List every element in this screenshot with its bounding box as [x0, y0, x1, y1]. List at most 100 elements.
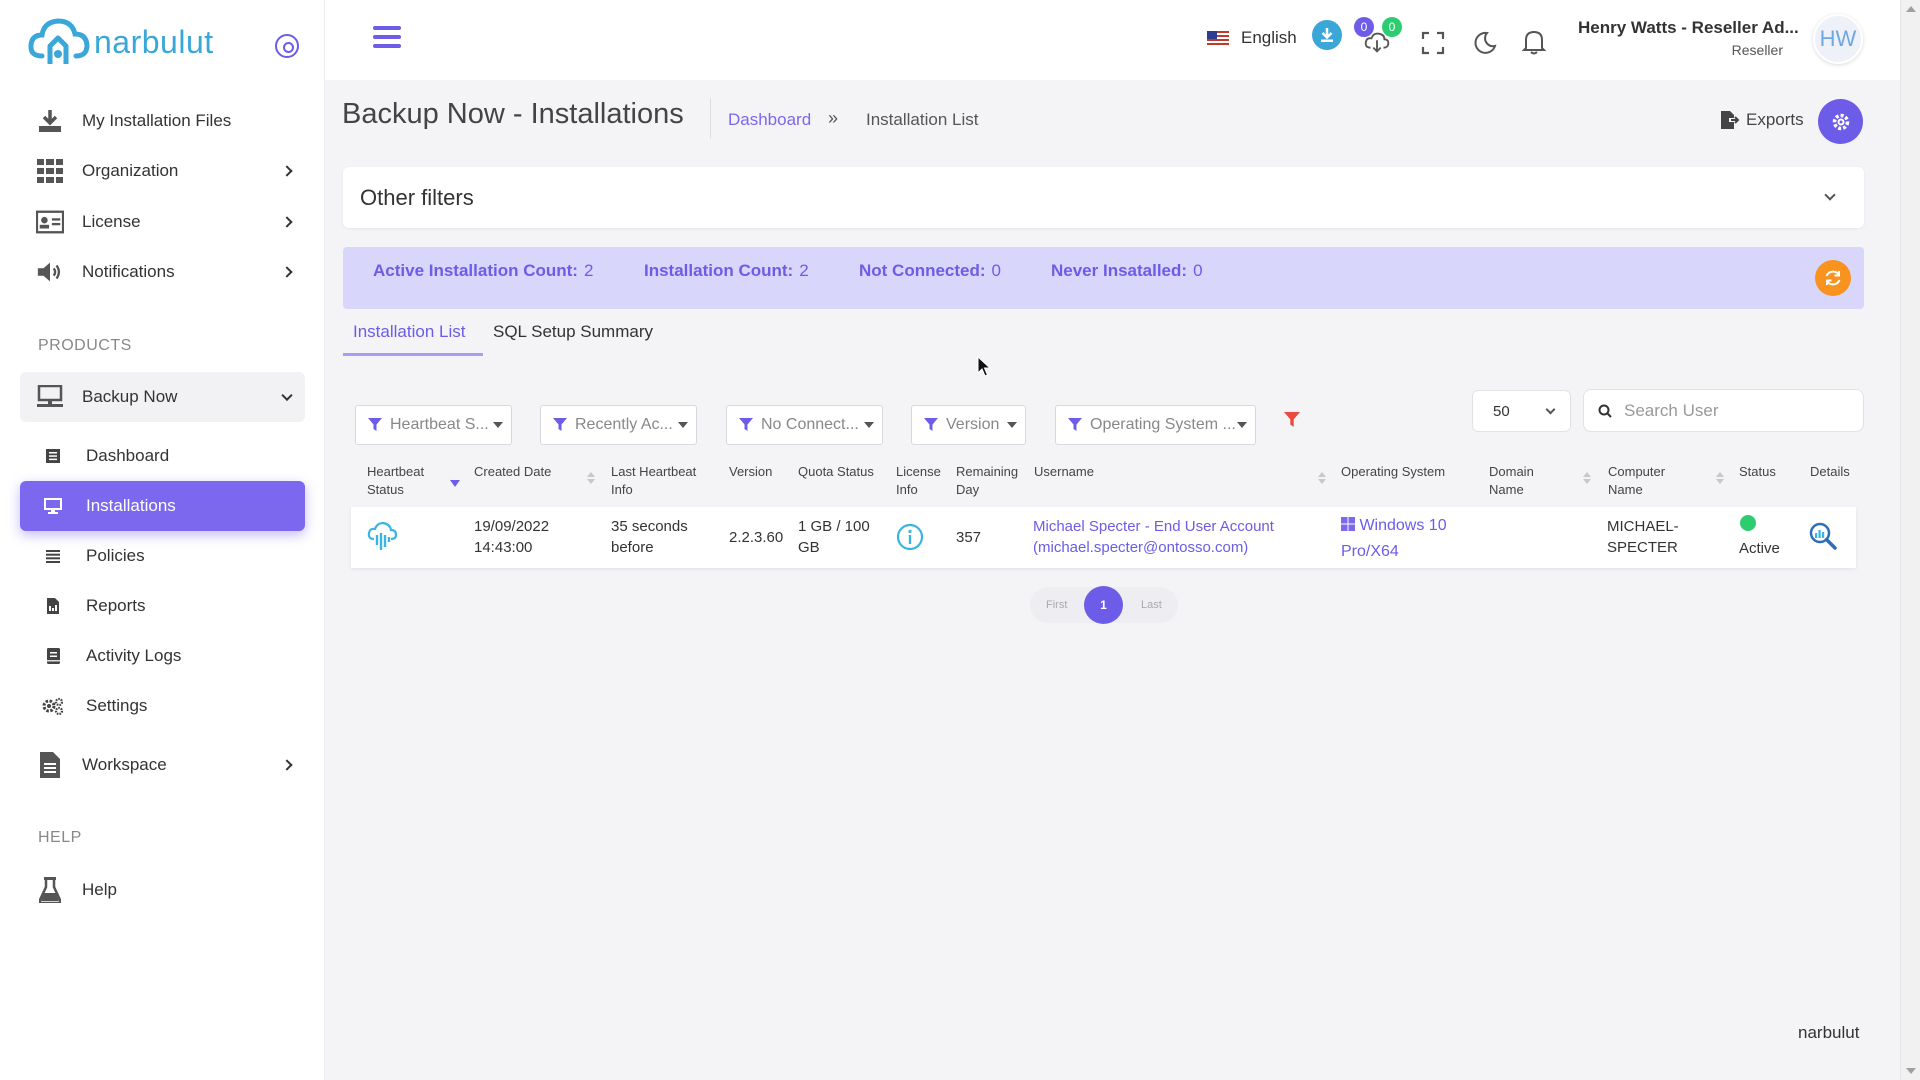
id-card-icon	[36, 208, 64, 236]
avatar[interactable]: HW	[1813, 14, 1863, 64]
per-page-select[interactable]: 50	[1472, 390, 1571, 432]
other-filters-card[interactable]: Other filters	[343, 167, 1864, 228]
brand-logo[interactable]: narbulut	[28, 16, 214, 68]
sidebar-subitem-policies[interactable]: Policies	[20, 531, 305, 581]
title-divider	[710, 98, 711, 138]
filter-heartbeat-status[interactable]: Heartbeat S...	[355, 405, 512, 445]
stat-value: 0	[991, 261, 1002, 280]
sidebar-subitem-reports[interactable]: Reports	[20, 581, 305, 631]
sidebar-item-label: My Installation Files	[82, 111, 232, 130]
col-quota-status[interactable]: Quota Status	[798, 463, 874, 481]
clear-filter-icon[interactable]	[1284, 412, 1300, 428]
col-last-heartbeat-info[interactable]: Last Heartbeat Info	[611, 463, 696, 499]
col-header-line: Remaining	[956, 464, 1019, 479]
sidebar-item-label: License	[82, 212, 141, 231]
notifications-button[interactable]	[1521, 29, 1547, 55]
col-license-info[interactable]: License Info	[896, 463, 941, 499]
stat-not-connected: Not Connected: 0	[859, 261, 1001, 281]
badge-b: 0	[1382, 17, 1402, 37]
heartbeat-cloud-icon	[367, 521, 398, 550]
search-user-box[interactable]	[1583, 389, 1864, 432]
col-remaining-day[interactable]: Remaining Day	[956, 463, 1018, 499]
vertical-scrollbar[interactable]	[1900, 0, 1920, 1080]
filter-version[interactable]: Version	[911, 405, 1026, 445]
col-domain-name[interactable]: Domain Name	[1489, 463, 1534, 499]
cell-username-link[interactable]: Michael Specter - End User Account (micha…	[1033, 516, 1274, 558]
moon-icon	[1474, 31, 1497, 54]
col-status[interactable]: Status	[1739, 463, 1776, 481]
exports-button[interactable]: Exports	[1720, 110, 1804, 130]
pagination-first[interactable]: First	[1046, 599, 1067, 611]
tab-installation-list[interactable]: Installation List	[353, 322, 465, 342]
document-icon	[36, 751, 64, 779]
sidebar-item-my-installation-files[interactable]: My Installation Files	[20, 97, 305, 145]
license-info-icon[interactable]	[896, 523, 924, 551]
settings-gear-button[interactable]	[1818, 99, 1863, 144]
filter-no-connection[interactable]: No Connect...	[726, 405, 883, 445]
col-header-line: License	[896, 464, 941, 479]
cell-quota: 1 GB / 100 GB	[798, 516, 870, 558]
chevron-down-icon[interactable]	[1824, 189, 1836, 201]
col-version[interactable]: Version	[729, 463, 772, 481]
col-username[interactable]: Username	[1034, 463, 1094, 481]
details-magnifier-icon[interactable]	[1808, 521, 1838, 551]
filter-recently-active[interactable]: Recently Ac...	[540, 405, 697, 445]
breadcrumb-dashboard-link[interactable]: Dashboard	[728, 110, 811, 130]
sidebar-item-label: Workspace	[82, 755, 167, 774]
search-user-input[interactable]	[1624, 400, 1824, 421]
tab-sql-setup-summary[interactable]: SQL Setup Summary	[493, 322, 653, 342]
fullscreen-icon	[1421, 31, 1445, 55]
chevron-down-icon	[1545, 404, 1556, 415]
mouse-cursor-icon	[977, 356, 991, 377]
products-heading: PRODUCTS	[38, 337, 132, 354]
filter-label: Operating System ...	[1090, 416, 1236, 433]
col-details[interactable]: Details	[1810, 463, 1850, 481]
chevron-right-icon	[281, 266, 293, 278]
cell-operating-system: Windows 10 Pro/X64	[1341, 513, 1447, 565]
sidebar-item-workspace[interactable]: Workspace	[20, 741, 305, 789]
filter-operating-system[interactable]: Operating System ...	[1055, 405, 1256, 445]
col-operating-system[interactable]: Operating System	[1341, 463, 1445, 481]
download-button[interactable]	[1312, 20, 1342, 50]
sidebar-item-license[interactable]: License	[20, 198, 305, 246]
sort-desc-icon[interactable]	[450, 480, 460, 487]
hamburger-menu-icon[interactable]	[373, 26, 401, 48]
pagination-page-1[interactable]: 1	[1084, 586, 1123, 624]
top-bar: English 0 0 Henry Watts - Reseller Ad...…	[325, 0, 1900, 80]
chevron-right-icon	[281, 216, 293, 228]
fullscreen-button[interactable]	[1420, 30, 1446, 56]
stats-bar: Active Installation Count: 2 Installation…	[343, 247, 1864, 309]
sidebar-item-organization[interactable]: Organization	[20, 147, 305, 195]
col-created-date[interactable]: Created Date	[474, 463, 551, 481]
sidebar-subitem-installations[interactable]: Installations	[20, 481, 305, 531]
col-heartbeat-status[interactable]: Heartbeat Status	[367, 463, 424, 499]
user-name[interactable]: Henry Watts - Reseller Ad...	[1578, 18, 1798, 38]
sidebar-subitem-settings[interactable]: Settings	[20, 681, 305, 731]
dark-mode-toggle[interactable]	[1472, 30, 1498, 56]
stat-value: 0	[1193, 261, 1203, 280]
sidebar-subitem-dashboard[interactable]: Dashboard	[20, 431, 305, 481]
pagination-last[interactable]: Last	[1141, 599, 1162, 611]
cloud-logo-icon	[28, 18, 90, 64]
sidebar-item-notifications[interactable]: Notifications	[20, 248, 305, 296]
sidebar-subitem-activity-logs[interactable]: Activity Logs	[20, 631, 305, 681]
sidebar-subitem-label: Activity Logs	[86, 646, 182, 665]
sidebar-item-backup-now[interactable]: Backup Now	[20, 373, 305, 421]
col-header-line: Computer	[1608, 464, 1666, 479]
sidebar: narbulut My Installation Files Organizat…	[0, 0, 325, 1080]
cell-created-date: 19/09/2022 14:43:00	[474, 516, 549, 558]
sidebar-subitem-label: Installations	[86, 496, 176, 515]
language-label: English	[1241, 28, 1297, 47]
caret-down-icon	[678, 422, 688, 433]
sidebar-item-help[interactable]: Help	[20, 866, 305, 914]
badge-a: 0	[1354, 17, 1374, 37]
col-computer-name[interactable]: Computer Name	[1608, 463, 1665, 499]
refresh-button[interactable]	[1815, 260, 1851, 296]
per-page-value: 50	[1493, 402, 1510, 420]
filter-label: Heartbeat S...	[390, 416, 489, 433]
sidebar-collapse-toggle[interactable]	[275, 34, 299, 58]
sidebar-subitem-label: Policies	[86, 546, 145, 565]
page-title: Backup Now - Installations	[342, 98, 684, 130]
log-icon	[42, 648, 64, 664]
language-selector[interactable]: English	[1207, 28, 1297, 48]
